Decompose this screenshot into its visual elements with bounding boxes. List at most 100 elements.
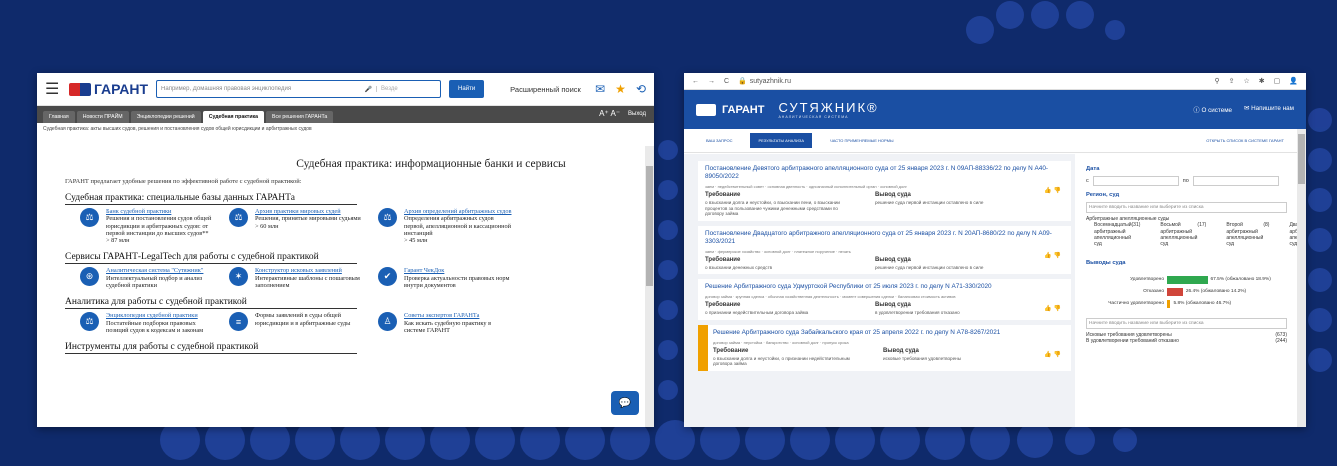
service-icon: ✔ (378, 267, 397, 287)
service-item[interactable]: ⚖ Архив практики мировых судей Решения, пр… (229, 208, 364, 244)
requirement-item[interactable]: В удовлетворении требований отказано (244… (1086, 338, 1287, 345)
region-search-input[interactable]: Начните вводить название или выберите из… (1086, 202, 1287, 213)
service-text: Энциклопедия судебной практики Постатейны… (106, 312, 215, 334)
section-row: ⚖ Энциклопедия судебной практики Постатейн… (37, 312, 645, 334)
history-icon[interactable]: ⟲ (636, 82, 646, 96)
service-icon: ⚖ (80, 312, 99, 332)
browser-toolbar: ← → C 🔒 sutyazhnik.ru ⚲ ⇪ ☆ ✱ ▢ 👤 (684, 73, 1306, 90)
requirement-text: о признании недействительным договора за… (705, 310, 809, 315)
service-link[interactable]: Советы экспертов ГАРАНТа (404, 312, 513, 319)
tab-encyclopedia[interactable]: Энциклопедии решений (130, 111, 201, 123)
tab-your-query[interactable]: ВАШ ЗАПРОС (698, 133, 740, 148)
tab-news[interactable]: Новости ПРАЙМ (76, 111, 129, 123)
search-button[interactable]: Найти (449, 80, 485, 98)
service-item[interactable]: ✶ Конструктор исковых заявлений Интерактив… (229, 267, 364, 289)
rate-icons[interactable]: 👍 👎 (1044, 305, 1061, 312)
verdict-bar-row[interactable]: Удовлетворено 67.5% (обжаловано 18.9%) (1086, 275, 1287, 284)
region-filter-label[interactable]: Регион, суд (1086, 192, 1287, 198)
court-item[interactable]: Восемнадцатый арбитражный апелляционный … (1090, 222, 1156, 253)
write-us-link[interactable]: ✉ Напишите нам (1244, 105, 1294, 114)
search-input[interactable]: Например, Домашняя правовая энциклопедия… (156, 80, 442, 98)
reload-icon[interactable]: C (724, 78, 729, 85)
service-item[interactable]: ⚖ Банк судебной практики Решения и постано… (80, 208, 215, 244)
section-title: Инструменты для работы с судебной практи… (65, 342, 357, 355)
result-card[interactable]: Решение Арбитражного суда Забайкальского… (698, 324, 1071, 371)
date-from-input[interactable] (1092, 176, 1179, 186)
service-link[interactable]: Конструктор исковых заявлений (255, 267, 364, 274)
date-to-input[interactable] (1192, 176, 1279, 186)
zoom-icon[interactable]: ⚲ (1214, 77, 1219, 85)
profile-icon[interactable]: 👤 (1289, 77, 1298, 85)
verdict-filter-label[interactable]: Выводы суда (1086, 260, 1287, 266)
section-row: ⚖ Банк судебной практики Решения и постано… (37, 208, 645, 244)
menu-icon[interactable]: ☰ (45, 79, 61, 99)
verdict-bar-row[interactable]: Частично удовлетворено 5.8% (обжаловано 4… (1086, 299, 1287, 308)
verdict-column: Вывод суда решение суда первой инстанции … (875, 257, 1025, 271)
sidebar-icon[interactable]: ▢ (1274, 77, 1281, 85)
requirement-label: Требование (713, 347, 749, 354)
result-title[interactable]: Постановление Девятого арбитражного апел… (705, 165, 1064, 181)
service-link[interactable]: Энциклопедия судебной практики (106, 312, 215, 319)
requirement-search-input[interactable]: Начните вводить название или выберите из… (1086, 317, 1287, 329)
tab-court-practice[interactable]: Судебная практика (202, 111, 265, 123)
tab-analysis-results[interactable]: РЕЗУЛЬТАТЫ АНАЛИЗА (750, 133, 813, 148)
scrollbar[interactable] (645, 146, 654, 427)
service-item[interactable]: ≡ Формы заявлений в суды общей юрисдикции… (229, 312, 364, 334)
result-card[interactable]: Постановление Девятого арбитражного апел… (698, 161, 1071, 221)
mail-icon[interactable]: ✉ (595, 82, 605, 96)
service-link[interactable]: Аналитическая система "Сутяжник" (106, 267, 215, 274)
verdict-bar-row[interactable]: Отказано 26.4% (обжаловано 14.2%) (1086, 287, 1287, 296)
service-item[interactable]: ✔ Гарант ЧекДок Проверка актуальности прав… (378, 267, 513, 289)
requirements-list: Исковые требования удовлетворены (673) В у… (1086, 332, 1287, 345)
bookmark-icon[interactable]: ☆ (1244, 77, 1250, 85)
rate-icons[interactable]: 👍 👎 (1044, 351, 1061, 358)
service-text: Архив определений арбитражных судов Опред… (404, 208, 513, 244)
search-scope-select[interactable]: Везде (376, 86, 436, 92)
tab-norms[interactable]: ЧАСТО ПРИМЕНЯЕМЫЕ НОРМЫ (822, 133, 902, 148)
microphone-icon[interactable]: 🎤 (365, 86, 372, 93)
scrollbar[interactable] (1297, 129, 1306, 427)
garant-logo[interactable]: ГАРАНТ (69, 81, 148, 97)
rate-icons[interactable]: 👍 👎 (1044, 187, 1061, 194)
service-link[interactable]: Архив определений арбитражных судов (404, 208, 513, 215)
result-card[interactable]: Решение Арбитражного суда Удмуртской Рес… (698, 279, 1071, 320)
requirement-label: Требование (705, 256, 741, 263)
result-card[interactable]: Постановление Двадцатого арбитражного ап… (698, 225, 1071, 274)
date-filter-label[interactable]: Дата (1086, 166, 1287, 172)
service-item[interactable]: ⚖ Архив определений арбитражных судов Опре… (378, 208, 513, 244)
about-link[interactable]: ⓘ О системе (1193, 105, 1232, 114)
result-title[interactable]: Решение Арбитражного суда Забайкальского… (713, 329, 1064, 337)
court-item[interactable]: Двадцатый арбитражный апелляционный суд(… (1285, 222, 1297, 253)
extensions-icon[interactable]: ✱ (1259, 77, 1265, 85)
share-icon[interactable]: ⇪ (1229, 77, 1235, 85)
service-text: Конструктор исковых заявлений Интерактивн… (255, 267, 364, 289)
font-size-control[interactable]: A⁺ A⁻ (599, 109, 620, 118)
service-item[interactable]: ⊛ Аналитическая система "Сутяжник" Интелле… (80, 267, 215, 289)
service-link[interactable]: Банк судебной практики (106, 208, 215, 215)
court-item[interactable]: Второй арбитражный апелляционный суд (8) (1222, 222, 1285, 253)
garant-logo[interactable]: ГАРАНТ (696, 103, 764, 116)
exit-button[interactable]: Выход (628, 111, 646, 117)
court-item[interactable]: Восьмой арбитражный апелляционный суд (17… (1156, 222, 1222, 253)
requirement-text: о взыскании долга и неустойки, о признан… (713, 355, 850, 367)
tab-all-solutions[interactable]: Все решения ГАРАНТа (266, 111, 334, 123)
forward-icon[interactable]: → (708, 78, 715, 85)
service-link[interactable]: Архив практики мировых судей (255, 208, 361, 215)
service-item[interactable]: ♙ Советы экспертов ГАРАНТа Как искать суде… (378, 312, 513, 334)
court-name: Восьмой арбитражный апелляционный суд (1160, 222, 1198, 248)
open-in-garant-link[interactable]: ОТКРЫТЬ СПИСОК В СИСТЕМЕ ГАРАНТ (1198, 133, 1292, 148)
star-icon[interactable]: ★ (615, 82, 626, 96)
result-title[interactable]: Постановление Двадцатого арбитражного ап… (705, 230, 1064, 246)
service-link[interactable]: Гарант ЧекДок (404, 267, 513, 274)
scrollbar-thumb[interactable] (646, 166, 653, 286)
back-icon[interactable]: ← (692, 78, 699, 85)
verdict-label: Вывод суда (875, 256, 911, 263)
rate-icons[interactable]: 👍 👎 (1044, 252, 1061, 259)
result-title[interactable]: Решение Арбитражного суда Удмуртской Рес… (705, 283, 1064, 291)
scrollbar-thumb[interactable] (1298, 134, 1305, 184)
advanced-search-link[interactable]: Расширенный поиск (510, 85, 581, 94)
service-item[interactable]: ⚖ Энциклопедия судебной практики Постатейн… (80, 312, 215, 334)
address-bar[interactable]: sutyazhnik.ru (750, 78, 791, 85)
tab-home[interactable]: Главная (43, 111, 75, 123)
chat-button[interactable]: 💬 (611, 391, 639, 415)
